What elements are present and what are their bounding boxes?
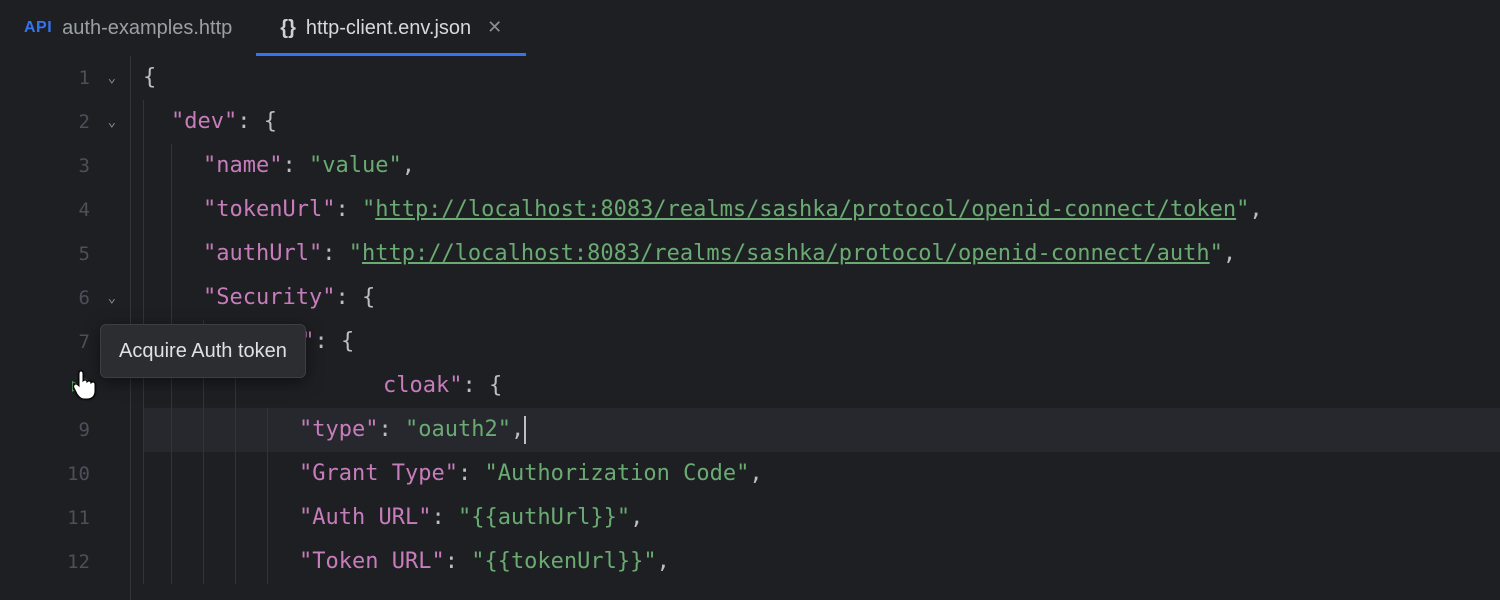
code-line[interactable]: "tokenUrl": "http://localhost:8083/realm… — [143, 188, 1500, 232]
line-number: 12 — [0, 540, 130, 584]
api-file-icon: API — [24, 15, 52, 41]
token-url-link[interactable]: http://localhost:8083/realms/sashka/prot… — [375, 192, 1236, 227]
json-file-icon: {} — [280, 12, 296, 44]
line-number: 11 — [0, 496, 130, 540]
line-number: 4 — [0, 188, 130, 232]
code-line[interactable]: "dev": { — [143, 100, 1500, 144]
close-icon[interactable]: ✕ — [487, 13, 502, 42]
tab-bar: API auth-examples.http {} http-client.en… — [0, 0, 1500, 56]
line-number: 1⌄ — [0, 56, 130, 100]
tab-label: auth-examples.http — [62, 12, 232, 44]
code-line[interactable]: "name": "value", — [143, 144, 1500, 188]
code-line[interactable]: "Grant Type": "Authorization Code", — [143, 452, 1500, 496]
tab-http-client-env[interactable]: {} http-client.env.json ✕ — [256, 0, 526, 55]
line-number: 3 — [0, 144, 130, 188]
code-line[interactable]: cloak": { — [143, 364, 1500, 408]
fold-chevron-icon[interactable]: ⌄ — [108, 111, 116, 133]
auth-url-link[interactable]: http://localhost:8083/realms/sashka/prot… — [362, 236, 1210, 271]
line-number: 2⌄ — [0, 100, 130, 144]
line-number: 10 — [0, 452, 130, 496]
pointer-cursor-icon — [72, 368, 100, 416]
code-area[interactable]: { "dev": { "name": "value", "tokenUrl": … — [130, 56, 1500, 600]
fold-chevron-icon[interactable]: ⌄ — [108, 67, 116, 89]
code-line[interactable]: "type": "oauth2", — [143, 408, 1500, 452]
code-line[interactable]: "authUrl": "http://localhost:8083/realms… — [143, 232, 1500, 276]
text-caret — [524, 416, 526, 444]
gutter-action-tooltip[interactable]: Acquire Auth token — [100, 324, 306, 378]
line-number: 5 — [0, 232, 130, 276]
code-line[interactable]: "Token URL": "{{tokenUrl}}", — [143, 540, 1500, 584]
code-line[interactable]: "Auth URL": "{{authUrl}}", — [143, 496, 1500, 540]
code-line[interactable]: { — [143, 56, 1500, 100]
line-number: 9💡 — [0, 408, 130, 452]
tab-label: http-client.env.json — [306, 12, 471, 44]
line-number: 6⌄ — [0, 276, 130, 320]
tab-auth-examples[interactable]: API auth-examples.http — [0, 0, 256, 55]
code-line[interactable]: "Security": { — [143, 276, 1500, 320]
code-line[interactable]: "Auth": { — [143, 320, 1500, 364]
fold-chevron-icon[interactable]: ⌄ — [108, 287, 116, 309]
